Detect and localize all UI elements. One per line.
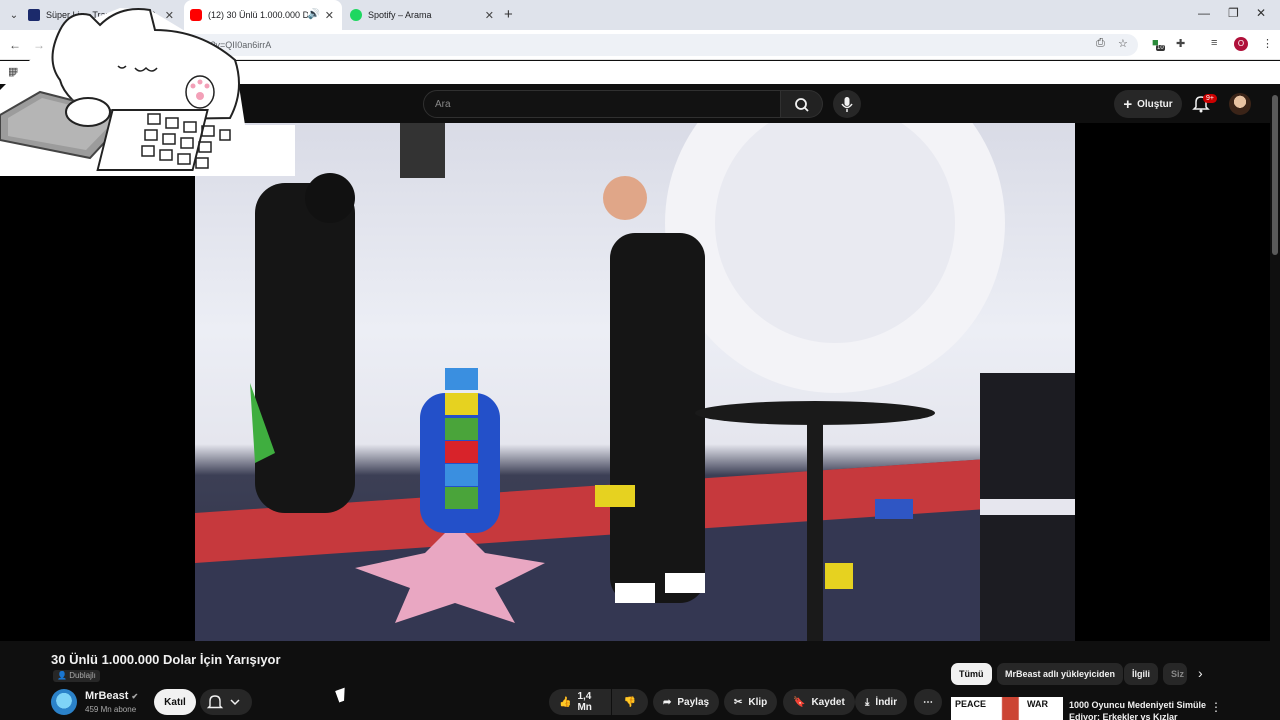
scene-host xyxy=(610,233,705,603)
extension-badge: 10 xyxy=(1156,45,1165,51)
profile-initial: O xyxy=(1237,39,1245,48)
subscriber-count: 459 Mn abone xyxy=(85,705,137,714)
join-label: Katıl xyxy=(164,696,186,708)
recommendation-thumbnail[interactable]: PEACE WAR xyxy=(951,697,1063,720)
plus-icon: + xyxy=(1123,95,1133,113)
scene-camera xyxy=(400,123,445,178)
recommendation-menu-icon[interactable]: ⋮ xyxy=(1210,700,1222,714)
block-green xyxy=(445,418,478,440)
join-button[interactable]: Katıl xyxy=(154,689,196,715)
scene-table xyxy=(807,413,823,641)
verified-icon: ✔ xyxy=(131,692,139,701)
subscription-bell-button[interactable] xyxy=(200,689,252,715)
user-avatar[interactable] xyxy=(1229,93,1251,115)
install-app-icon[interactable]: ⎙ xyxy=(1096,37,1105,50)
dislike-button[interactable]: 👎 xyxy=(612,689,648,715)
spotify-favicon-icon xyxy=(350,9,362,21)
create-button[interactable]: + Oluştur xyxy=(1114,90,1182,118)
chip-label: Siz xyxy=(1171,669,1185,679)
clip-button[interactable]: ✂ Klip xyxy=(724,689,778,715)
download-icon: ⤓ xyxy=(865,696,870,708)
channel-avatar[interactable] xyxy=(51,689,77,715)
chip-related[interactable]: İlgili xyxy=(1124,663,1158,685)
video-scene xyxy=(195,123,1075,641)
create-label: Oluştur xyxy=(1137,98,1173,110)
channel-name: MrBeast xyxy=(85,690,129,702)
recommendation-title[interactable]: 1000 Oyuncu Medeniyeti Simüle Ediyor: Er… xyxy=(1069,699,1209,720)
dubbed-badge: 👤 Dublajlı xyxy=(53,670,100,682)
video-frame[interactable] xyxy=(195,123,1075,641)
thumb-text-right: WAR xyxy=(1027,699,1048,709)
block-yellow xyxy=(445,393,478,415)
media-control-icon[interactable]: ≡ xyxy=(1211,37,1217,49)
download-button[interactable]: ⤓ İndir xyxy=(855,689,908,715)
search-button[interactable] xyxy=(781,90,823,118)
chip-all[interactable]: Tümü xyxy=(951,663,992,685)
share-button[interactable]: ➦ Paylaş xyxy=(653,689,720,715)
scrollbar-thumb[interactable] xyxy=(1272,95,1278,255)
like-button[interactable]: 👍 1,4 Mn xyxy=(549,689,611,715)
close-icon[interactable]: ✕ xyxy=(325,9,334,22)
clip-label: Klip xyxy=(748,696,768,708)
bongo-cat-image xyxy=(0,8,295,176)
bell-dropdown-icon xyxy=(206,695,240,709)
notification-badge: 9+ xyxy=(1203,94,1217,103)
thumb-text-left: PEACE xyxy=(955,699,987,709)
share-icon: ➦ xyxy=(663,696,672,708)
close-window-button[interactable]: ✕ xyxy=(1256,6,1266,20)
mouse-cursor xyxy=(335,687,349,703)
thumbs-down-icon: 👎 xyxy=(623,696,637,708)
tab-spotify[interactable]: Spotify – Arama ✕ xyxy=(344,0,502,30)
browser-menu-icon[interactable]: ⋮ xyxy=(1262,37,1273,50)
channel-name-link[interactable]: MrBeast ✔ xyxy=(85,690,138,702)
person-icon: 👤 xyxy=(57,671,67,680)
audio-playing-icon[interactable]: 🔊 xyxy=(308,9,320,20)
chip-from-uploader[interactable]: MrBeast adlı yükleyiciden xyxy=(997,663,1124,685)
scissors-icon: ✂ xyxy=(734,696,743,708)
search-input[interactable]: Ara xyxy=(423,90,781,118)
microphone-icon xyxy=(841,97,853,112)
new-tab-button[interactable]: + xyxy=(504,6,513,23)
more-horizontal-icon: ⋯ xyxy=(923,696,933,708)
thumbs-up-icon: 👍 xyxy=(559,696,572,708)
block-red xyxy=(445,441,478,463)
bookmark-star-icon[interactable]: ☆ xyxy=(1118,37,1128,50)
download-label: İndir xyxy=(875,696,898,708)
bongo-cat-overlay xyxy=(0,0,295,176)
dubbed-label: Dublajlı xyxy=(69,671,96,680)
voice-search-button[interactable] xyxy=(833,90,861,118)
save-label: Kaydet xyxy=(811,696,845,708)
minimize-button[interactable]: — xyxy=(1198,6,1210,20)
search-placeholder: Ara xyxy=(435,99,451,110)
chip-label: MrBeast adlı yükleyiciden xyxy=(1005,669,1116,679)
block-blue xyxy=(445,368,478,390)
search-icon xyxy=(795,98,809,112)
close-icon[interactable]: ✕ xyxy=(485,9,494,22)
share-label: Paylaş xyxy=(677,696,710,708)
scene-guard xyxy=(255,183,355,513)
save-button[interactable]: 🔖 Kaydet xyxy=(783,689,855,715)
chip-label: Tümü xyxy=(959,669,984,679)
like-count: 1,4 Mn xyxy=(577,691,592,713)
tab-title: Spotify – Arama xyxy=(368,10,432,20)
restore-button[interactable]: ❐ xyxy=(1228,6,1239,20)
chip-label: İlgili xyxy=(1132,669,1150,679)
bookmark-icon: 🔖 xyxy=(793,696,806,708)
video-title: 30 Ünlü 1.000.000 Dolar İçin Yarışıyor xyxy=(51,652,281,667)
more-actions-button[interactable]: ⋯ xyxy=(914,689,942,715)
chip-you[interactable]: Siz xyxy=(1163,663,1187,685)
extensions-puzzle-icon[interactable]: ✚ xyxy=(1176,37,1185,50)
profile-avatar[interactable]: O xyxy=(1234,37,1248,51)
chips-next-arrow-icon[interactable]: › xyxy=(1198,665,1203,681)
